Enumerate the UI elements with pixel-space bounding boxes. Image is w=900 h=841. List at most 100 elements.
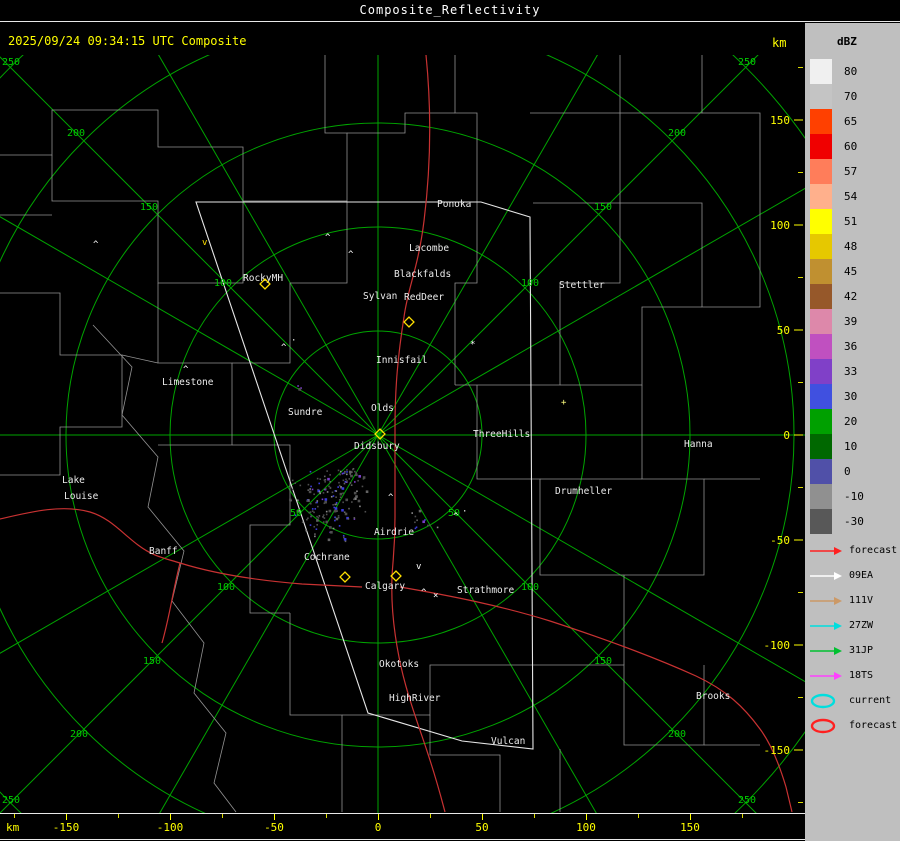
map-marker: ^ (348, 250, 354, 260)
precip-pixel (355, 473, 358, 477)
colorbar-value: 54 (844, 190, 858, 203)
ring-distance-label: 100 (521, 278, 539, 289)
precip-pixel (427, 524, 429, 527)
colorbar-entry: 36 (810, 334, 864, 359)
precip-pixel (319, 492, 322, 495)
precip-pixel (335, 503, 338, 506)
precip-pixel (345, 478, 347, 481)
bottom-axis-label: 100 (576, 821, 596, 834)
precip-pixel (313, 493, 315, 496)
precip-pixel (414, 521, 416, 524)
precip-pixel (335, 496, 337, 499)
precip-pixel (291, 488, 294, 491)
ring-distance-label: 200 (67, 128, 85, 139)
map-marker: ^ (93, 240, 99, 250)
colorbar-swatch (810, 109, 832, 134)
precip-pixel (324, 487, 327, 490)
precip-pixel (346, 480, 348, 482)
precip-pixel (346, 469, 348, 471)
right-axis-label: -100 (764, 639, 791, 652)
map-marker: + (561, 398, 567, 408)
legend-label: 111V (849, 595, 874, 606)
precip-pixel (353, 517, 356, 519)
colorbar-entry: 57 (810, 159, 864, 184)
legend-ellipse-icon (810, 693, 836, 708)
colorbar-entry: -30 (810, 509, 864, 534)
precip-pixel (357, 499, 361, 503)
timestamp-label: 2025/09/24 09:34:15 UTC Composite (8, 34, 247, 48)
precip-pixel (344, 480, 347, 483)
precip-pixel (344, 512, 348, 516)
precip-pixel (297, 385, 299, 387)
precip-pixel (361, 485, 364, 488)
colorbar-swatch (810, 484, 832, 509)
precip-pixel (322, 521, 325, 523)
precip-pixel (301, 521, 304, 523)
precip-pixel (334, 507, 338, 510)
precip-pixel (335, 490, 338, 492)
range-spoke (377, 434, 597, 813)
precip-pixel (356, 490, 358, 493)
colorbar-value: 42 (844, 290, 858, 303)
colorbar-value: 60 (844, 140, 858, 153)
legend-item: 111V (809, 588, 897, 613)
colorbar-value: 45 (844, 265, 858, 278)
precip-pixel (308, 511, 310, 514)
precip-pixel (348, 478, 351, 480)
legend-item: 27ZW (809, 613, 897, 638)
colorbar-entry: 45 (810, 259, 864, 284)
ring-distance-label: 200 (668, 128, 686, 139)
precip-pixel (310, 485, 312, 488)
precip-pixel (326, 470, 328, 472)
colorbar-swatch (810, 459, 832, 484)
colorbar-swatch (810, 284, 832, 309)
precip-pixel (325, 520, 329, 524)
colorbar-swatch (810, 334, 832, 359)
precip-pixel (338, 499, 341, 501)
precip-pixel (350, 475, 352, 477)
legend-item: 31JP (809, 638, 897, 663)
city-label: Olds (371, 403, 394, 414)
legend-label: 09EA (849, 570, 874, 581)
precip-pixel (336, 510, 338, 512)
precip-pixel (354, 498, 357, 500)
legend-label: current (849, 695, 892, 706)
precip-pixel (307, 483, 310, 486)
legend-arrow-icon (810, 571, 842, 580)
precip-pixel (416, 519, 418, 522)
precip-pixel (294, 482, 297, 485)
precip-pixel (349, 470, 352, 474)
precip-pixel (342, 492, 344, 494)
precip-pixel (337, 515, 340, 517)
legend-arrow-icon (810, 646, 842, 655)
precip-pixel (321, 498, 324, 501)
radar-site-diamond (339, 571, 351, 583)
bottom-axis-label: 50 (475, 821, 489, 834)
bottom-axis-tick (66, 814, 67, 820)
precip-pixel (338, 481, 340, 484)
precip-pixel (358, 475, 361, 478)
precip-pixel (317, 505, 319, 508)
precip-pixel (316, 477, 319, 480)
bottom-axis-tick (482, 814, 483, 820)
city-label: Brooks (696, 691, 730, 702)
precip-pixel (337, 469, 340, 472)
colorbar-value: 51 (844, 215, 858, 228)
precip-pixel (346, 471, 348, 473)
precip-pixel (332, 495, 335, 497)
map-marker: ^ (421, 588, 427, 598)
precip-pixel (347, 518, 350, 520)
precip-pixel (324, 498, 328, 501)
precip-pixel (333, 509, 337, 513)
precip-pixel (345, 498, 349, 502)
precip-pixel (316, 501, 318, 504)
precip-pixel (322, 492, 325, 494)
colorbar-swatch (810, 59, 832, 84)
range-spoke (0, 434, 379, 654)
bottom-axis-label: -100 (156, 821, 184, 834)
colorbar-value: 20 (844, 415, 858, 428)
precip-pixel (313, 511, 315, 514)
colorbar-value: 0 (844, 465, 851, 478)
colorbar-swatch (810, 509, 832, 534)
precip-pixel (309, 511, 312, 513)
